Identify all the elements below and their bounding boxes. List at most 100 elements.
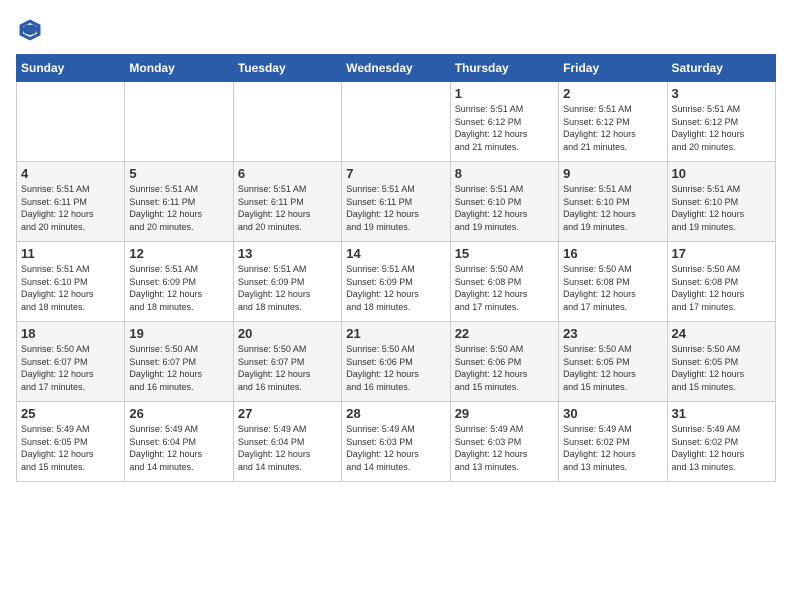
day-info: Sunrise: 5:50 AM Sunset: 6:07 PM Dayligh… xyxy=(21,343,120,393)
column-header-sunday: Sunday xyxy=(17,55,125,82)
day-number: 22 xyxy=(455,326,554,341)
day-info: Sunrise: 5:49 AM Sunset: 6:04 PM Dayligh… xyxy=(238,423,337,473)
day-info: Sunrise: 5:51 AM Sunset: 6:09 PM Dayligh… xyxy=(129,263,228,313)
calendar-cell: 3 Sunrise: 5:51 AM Sunset: 6:12 PM Daylig… xyxy=(667,82,775,162)
day-info: Sunrise: 5:49 AM Sunset: 6:05 PM Dayligh… xyxy=(21,423,120,473)
column-header-friday: Friday xyxy=(559,55,667,82)
day-info: Sunrise: 5:49 AM Sunset: 6:02 PM Dayligh… xyxy=(563,423,662,473)
column-header-monday: Monday xyxy=(125,55,233,82)
calendar-cell: 1 Sunrise: 5:51 AM Sunset: 6:12 PM Daylig… xyxy=(450,82,558,162)
calendar-cell: 9 Sunrise: 5:51 AM Sunset: 6:10 PM Daylig… xyxy=(559,162,667,242)
calendar-cell: 2Sunrise: 5:51 AM Sunset: 6:12 PM Daylig… xyxy=(559,82,667,162)
day-info: Sunrise: 5:51 AM Sunset: 6:10 PM Dayligh… xyxy=(563,183,662,233)
day-number: 24 xyxy=(672,326,771,341)
day-number: 25 xyxy=(21,406,120,421)
calendar-cell: 18 Sunrise: 5:50 AM Sunset: 6:07 PM Dayli… xyxy=(17,322,125,402)
day-info: Sunrise: 5:50 AM Sunset: 6:08 PM Dayligh… xyxy=(563,263,662,313)
calendar-cell: 28 Sunrise: 5:49 AM Sunset: 6:03 PM Dayli… xyxy=(342,402,450,482)
column-header-saturday: Saturday xyxy=(667,55,775,82)
calendar-cell: 24 Sunrise: 5:50 AM Sunset: 6:05 PM Dayli… xyxy=(667,322,775,402)
day-info: Sunrise: 5:51 AM Sunset: 6:12 PM Dayligh… xyxy=(455,103,554,153)
calendar-week-row: 1 Sunrise: 5:51 AM Sunset: 6:12 PM Daylig… xyxy=(17,82,776,162)
day-info: Sunrise: 5:49 AM Sunset: 6:02 PM Dayligh… xyxy=(672,423,771,473)
day-number: 14 xyxy=(346,246,445,261)
day-info: Sunrise: 5:49 AM Sunset: 6:03 PM Dayligh… xyxy=(455,423,554,473)
page-header xyxy=(16,16,776,44)
day-number: 26 xyxy=(129,406,228,421)
day-info: Sunrise: 5:50 AM Sunset: 6:05 PM Dayligh… xyxy=(672,343,771,393)
day-number: 13 xyxy=(238,246,337,261)
calendar-cell: 7 Sunrise: 5:51 AM Sunset: 6:11 PM Daylig… xyxy=(342,162,450,242)
day-info: Sunrise: 5:51 AM Sunset: 6:12 PM Dayligh… xyxy=(672,103,771,153)
calendar-cell: 27 Sunrise: 5:49 AM Sunset: 6:04 PM Dayli… xyxy=(233,402,341,482)
day-number: 12 xyxy=(129,246,228,261)
day-number: 28 xyxy=(346,406,445,421)
column-header-tuesday: Tuesday xyxy=(233,55,341,82)
day-info: Sunrise: 5:49 AM Sunset: 6:04 PM Dayligh… xyxy=(129,423,228,473)
day-number: 1 xyxy=(455,86,554,101)
day-number: 27 xyxy=(238,406,337,421)
logo xyxy=(16,16,48,44)
calendar-cell: 23Sunrise: 5:50 AM Sunset: 6:05 PM Dayli… xyxy=(559,322,667,402)
calendar-cell: 11 Sunrise: 5:51 AM Sunset: 6:10 PM Dayli… xyxy=(17,242,125,322)
day-number: 9 xyxy=(563,166,662,181)
day-info: Sunrise: 5:50 AM Sunset: 6:08 PM Dayligh… xyxy=(455,263,554,313)
day-info: Sunrise: 5:51 AM Sunset: 6:10 PM Dayligh… xyxy=(455,183,554,233)
calendar-cell: 4Sunrise: 5:51 AM Sunset: 6:11 PM Daylig… xyxy=(17,162,125,242)
day-number: 11 xyxy=(21,246,120,261)
calendar-cell: 17Sunrise: 5:50 AM Sunset: 6:08 PM Dayli… xyxy=(667,242,775,322)
day-number: 7 xyxy=(346,166,445,181)
day-info: Sunrise: 5:51 AM Sunset: 6:12 PM Dayligh… xyxy=(563,103,662,153)
day-info: Sunrise: 5:50 AM Sunset: 6:07 PM Dayligh… xyxy=(129,343,228,393)
calendar-cell xyxy=(125,82,233,162)
calendar-cell xyxy=(342,82,450,162)
day-info: Sunrise: 5:51 AM Sunset: 6:09 PM Dayligh… xyxy=(238,263,337,313)
calendar-cell: 5Sunrise: 5:51 AM Sunset: 6:11 PM Daylig… xyxy=(125,162,233,242)
calendar-cell: 13 Sunrise: 5:51 AM Sunset: 6:09 PM Dayli… xyxy=(233,242,341,322)
calendar-table: SundayMondayTuesdayWednesdayThursdayFrid… xyxy=(16,54,776,482)
day-number: 18 xyxy=(21,326,120,341)
calendar-cell: 16 Sunrise: 5:50 AM Sunset: 6:08 PM Dayli… xyxy=(559,242,667,322)
day-number: 16 xyxy=(563,246,662,261)
calendar-cell: 8 Sunrise: 5:51 AM Sunset: 6:10 PM Daylig… xyxy=(450,162,558,242)
calendar-cell: 21Sunrise: 5:50 AM Sunset: 6:06 PM Dayli… xyxy=(342,322,450,402)
day-number: 20 xyxy=(238,326,337,341)
day-info: Sunrise: 5:51 AM Sunset: 6:11 PM Dayligh… xyxy=(238,183,337,233)
calendar-cell: 10 Sunrise: 5:51 AM Sunset: 6:10 PM Dayli… xyxy=(667,162,775,242)
calendar-cell: 20 Sunrise: 5:50 AM Sunset: 6:07 PM Dayli… xyxy=(233,322,341,402)
calendar-week-row: 11 Sunrise: 5:51 AM Sunset: 6:10 PM Dayli… xyxy=(17,242,776,322)
calendar-week-row: 25 Sunrise: 5:49 AM Sunset: 6:05 PM Dayli… xyxy=(17,402,776,482)
calendar-cell: 22 Sunrise: 5:50 AM Sunset: 6:06 PM Dayli… xyxy=(450,322,558,402)
calendar-cell: 30Sunrise: 5:49 AM Sunset: 6:02 PM Dayli… xyxy=(559,402,667,482)
calendar-cell: 29 Sunrise: 5:49 AM Sunset: 6:03 PM Dayli… xyxy=(450,402,558,482)
day-number: 10 xyxy=(672,166,771,181)
day-number: 23 xyxy=(563,326,662,341)
calendar-cell: 25 Sunrise: 5:49 AM Sunset: 6:05 PM Dayli… xyxy=(17,402,125,482)
column-header-thursday: Thursday xyxy=(450,55,558,82)
calendar-cell: 19 Sunrise: 5:50 AM Sunset: 6:07 PM Dayli… xyxy=(125,322,233,402)
column-header-wednesday: Wednesday xyxy=(342,55,450,82)
logo-icon xyxy=(16,16,44,44)
day-info: Sunrise: 5:51 AM Sunset: 6:11 PM Dayligh… xyxy=(129,183,228,233)
day-info: Sunrise: 5:51 AM Sunset: 6:10 PM Dayligh… xyxy=(672,183,771,233)
day-info: Sunrise: 5:50 AM Sunset: 6:07 PM Dayligh… xyxy=(238,343,337,393)
calendar-header-row: SundayMondayTuesdayWednesdayThursdayFrid… xyxy=(17,55,776,82)
day-info: Sunrise: 5:51 AM Sunset: 6:10 PM Dayligh… xyxy=(21,263,120,313)
day-info: Sunrise: 5:51 AM Sunset: 6:09 PM Dayligh… xyxy=(346,263,445,313)
day-number: 29 xyxy=(455,406,554,421)
calendar-cell: 6Sunrise: 5:51 AM Sunset: 6:11 PM Daylig… xyxy=(233,162,341,242)
calendar-cell: 14 Sunrise: 5:51 AM Sunset: 6:09 PM Dayli… xyxy=(342,242,450,322)
day-number: 8 xyxy=(455,166,554,181)
day-number: 19 xyxy=(129,326,228,341)
day-number: 17 xyxy=(672,246,771,261)
day-number: 31 xyxy=(672,406,771,421)
day-info: Sunrise: 5:50 AM Sunset: 6:06 PM Dayligh… xyxy=(455,343,554,393)
day-number: 3 xyxy=(672,86,771,101)
calendar-cell xyxy=(233,82,341,162)
day-info: Sunrise: 5:51 AM Sunset: 6:11 PM Dayligh… xyxy=(346,183,445,233)
day-info: Sunrise: 5:51 AM Sunset: 6:11 PM Dayligh… xyxy=(21,183,120,233)
day-info: Sunrise: 5:50 AM Sunset: 6:06 PM Dayligh… xyxy=(346,343,445,393)
calendar-week-row: 4Sunrise: 5:51 AM Sunset: 6:11 PM Daylig… xyxy=(17,162,776,242)
day-info: Sunrise: 5:49 AM Sunset: 6:03 PM Dayligh… xyxy=(346,423,445,473)
calendar-cell: 31 Sunrise: 5:49 AM Sunset: 6:02 PM Dayli… xyxy=(667,402,775,482)
